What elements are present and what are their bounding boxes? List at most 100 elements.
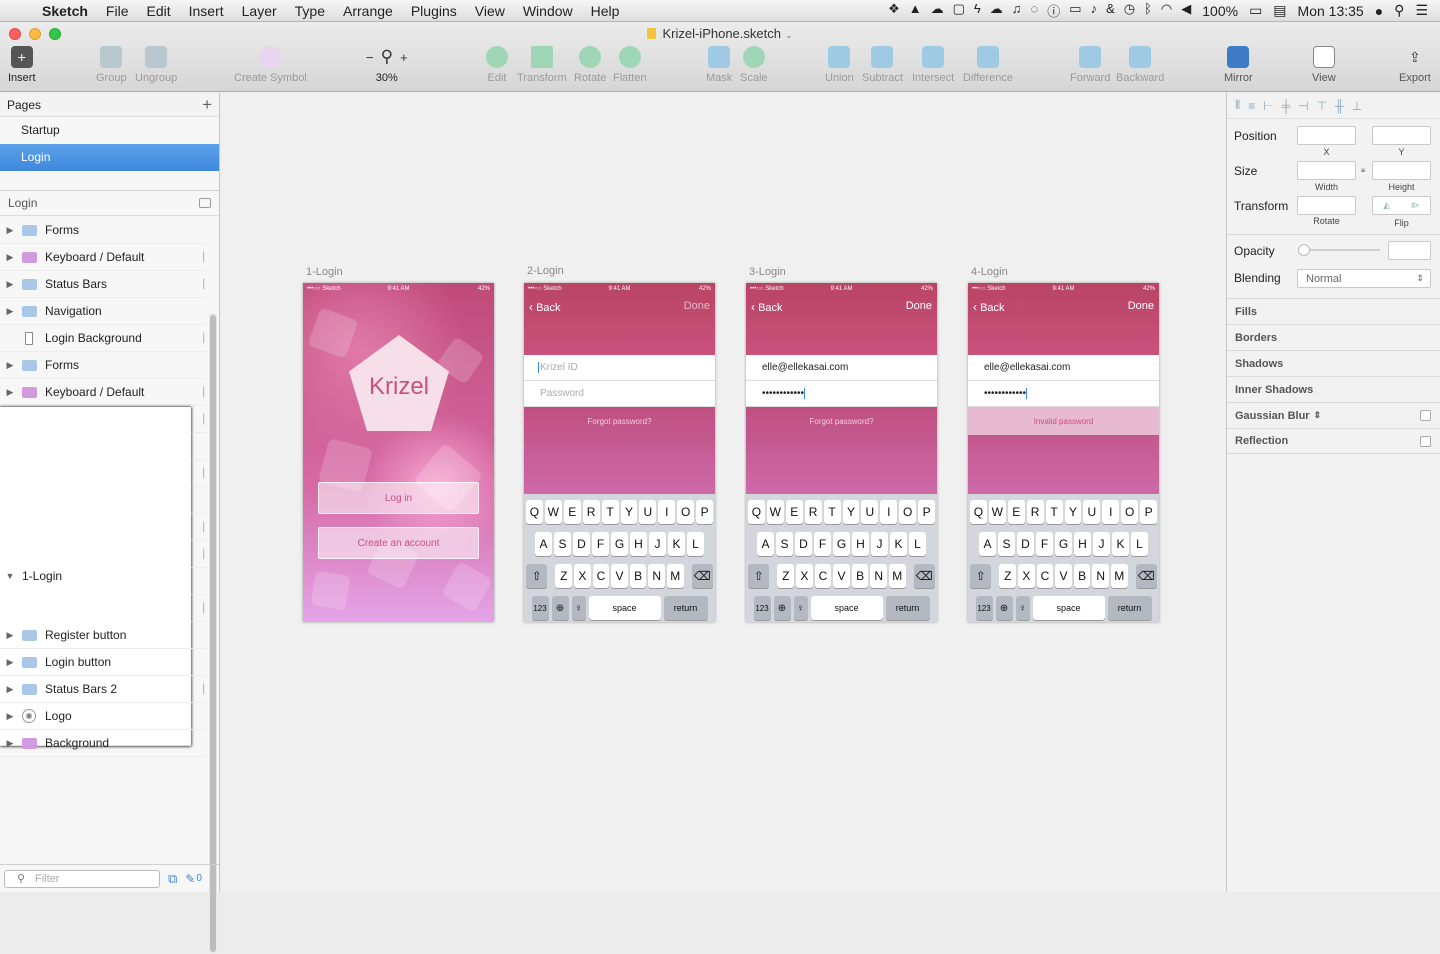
disclosure-closed-icon[interactable]: ▶: [4, 684, 16, 695]
zoom-in-button[interactable]: +: [400, 50, 408, 65]
filter-input[interactable]: ⚲ Filter: [4, 869, 160, 888]
artboard-label[interactable]: 4-Login: [971, 266, 1008, 278]
microphone-key[interactable]: ♀: [571, 596, 586, 620]
menu-layer[interactable]: Layer: [233, 3, 286, 19]
register-button[interactable]: Create an account: [318, 527, 479, 559]
artboard-1-login[interactable]: •••○○ Sketch 9:41 AM 42% Krizel Log in C…: [303, 283, 494, 622]
key[interactable]: W: [988, 500, 1006, 524]
rotate-button[interactable]: Rotate: [574, 46, 606, 84]
return-key[interactable]: return: [663, 596, 708, 620]
user-icon[interactable]: ●: [1375, 3, 1383, 19]
reflection-section[interactable]: Reflection: [1227, 428, 1440, 454]
key[interactable]: B: [851, 564, 869, 588]
key[interactable]: Z: [555, 564, 573, 588]
key[interactable]: K: [1112, 532, 1129, 556]
delete-key[interactable]: ⌫: [913, 564, 935, 588]
back-button[interactable]: ‹ Back: [973, 300, 1005, 314]
key[interactable]: P: [1140, 500, 1158, 524]
layer-row[interactable]: ▶ Register button: [0, 622, 206, 649]
dropbox-icon[interactable]: ❖: [888, 1, 900, 20]
key[interactable]: M: [888, 564, 906, 588]
key[interactable]: Q: [525, 500, 543, 524]
lock-icon[interactable]: ▕: [197, 333, 204, 344]
insert-button[interactable]: + Insert: [8, 46, 36, 84]
distribute-vertical-icon[interactable]: ≡: [1248, 99, 1255, 113]
key[interactable]: J: [871, 532, 888, 556]
bolt-icon[interactable]: ϟ: [974, 1, 981, 20]
gaussian-blur-checkbox[interactable]: [1420, 410, 1431, 421]
key[interactable]: J: [1093, 532, 1110, 556]
key[interactable]: Z: [999, 564, 1017, 588]
layer-row[interactable]: ▶ Forms: [0, 217, 206, 244]
flip-horizontal-icon[interactable]: ◭: [1383, 200, 1390, 211]
disclosure-closed-icon[interactable]: ▶: [4, 657, 16, 668]
position-y-input[interactable]: [1372, 126, 1431, 145]
lock-icon[interactable]: ▕: [197, 252, 204, 263]
fills-section[interactable]: Fills: [1227, 298, 1440, 324]
key[interactable]: J: [649, 532, 666, 556]
disclosure-closed-icon[interactable]: ▶: [4, 387, 16, 398]
lock-ratio-icon[interactable]: 🔒︎: [1361, 165, 1365, 175]
align-right-icon[interactable]: ⊣: [1298, 99, 1308, 113]
headphones-icon[interactable]: ♫: [1012, 1, 1022, 20]
key[interactable]: A: [757, 532, 774, 556]
shift-key[interactable]: ⇧: [970, 564, 992, 588]
backward-button[interactable]: Backward: [1116, 46, 1164, 84]
password-field[interactable]: ••••••••••••: [968, 381, 1159, 407]
key[interactable]: T: [823, 500, 841, 524]
forgot-password-link[interactable]: Forgot password?: [746, 417, 937, 426]
key[interactable]: U: [1083, 500, 1101, 524]
key[interactable]: K: [668, 532, 685, 556]
key[interactable]: M: [1110, 564, 1128, 588]
done-button[interactable]: Done: [1128, 300, 1154, 314]
forgot-password-link[interactable]: Forgot password?: [524, 417, 715, 426]
key[interactable]: V: [611, 564, 628, 588]
back-button[interactable]: ‹ Back: [751, 300, 783, 314]
key[interactable]: G: [611, 532, 628, 556]
artboard-label[interactable]: 3-Login: [749, 266, 786, 278]
layer-row[interactable]: ▶ Background: [0, 730, 206, 757]
disclosure-closed-icon[interactable]: ▶: [4, 252, 16, 263]
password-field[interactable]: Password: [524, 381, 715, 407]
key[interactable]: S: [554, 532, 571, 556]
align-top-icon[interactable]: ⊤: [1317, 99, 1327, 113]
lock-icon[interactable]: ▕: [197, 603, 204, 614]
copy-icon[interactable]: ⧉: [168, 871, 177, 887]
space-key[interactable]: space: [1032, 596, 1105, 620]
key[interactable]: O: [677, 500, 695, 524]
key[interactable]: I: [658, 500, 676, 524]
gaussian-blur-section[interactable]: Gaussian Blur ⇕: [1227, 402, 1440, 428]
cloud-icon[interactable]: ☁: [931, 1, 944, 20]
mirror-button[interactable]: Mirror: [1224, 46, 1253, 84]
done-button[interactable]: Done: [684, 300, 710, 314]
key[interactable]: O: [899, 500, 917, 524]
flag-icon[interactable]: ▤: [1273, 2, 1286, 19]
artboard-3-login[interactable]: •••○○ Sketch 9:41 AM 42% ‹ Back Done elle@ell…: [746, 283, 937, 622]
key[interactable]: C: [1036, 564, 1054, 588]
distribute-horizontal-icon[interactable]: ⦀: [1235, 98, 1240, 113]
key[interactable]: N: [870, 564, 887, 588]
key[interactable]: L: [687, 532, 704, 556]
disclosure-closed-icon[interactable]: ▶: [4, 711, 16, 722]
disclosure-closed-icon[interactable]: ▶: [4, 306, 16, 317]
key[interactable]: Q: [747, 500, 765, 524]
difference-button[interactable]: Difference: [963, 46, 1013, 84]
key[interactable]: U: [861, 500, 879, 524]
key[interactable]: Y: [1064, 500, 1082, 524]
blending-select[interactable]: Normal ⇕: [1297, 269, 1431, 288]
menu-type[interactable]: Type: [286, 3, 334, 19]
menu-window[interactable]: Window: [514, 3, 582, 19]
disclosure-closed-icon[interactable]: ▶: [4, 360, 16, 371]
key[interactable]: H: [852, 532, 869, 556]
layers-scrollbar[interactable]: [210, 315, 216, 952]
key[interactable]: T: [1045, 500, 1063, 524]
layer-row[interactable]: ▶ Keyboard / Default ▕: [0, 244, 206, 271]
lock-icon[interactable]: ▕: [197, 468, 204, 479]
transform-button[interactable]: Transform: [517, 46, 567, 84]
key[interactable]: H: [1074, 532, 1091, 556]
key[interactable]: X: [796, 564, 813, 588]
key[interactable]: C: [814, 564, 832, 588]
delete-key[interactable]: ⌫: [1135, 564, 1157, 588]
mask-button[interactable]: Mask: [706, 46, 732, 84]
layer-row[interactable]: ▶ ◉ Logo: [0, 703, 206, 730]
